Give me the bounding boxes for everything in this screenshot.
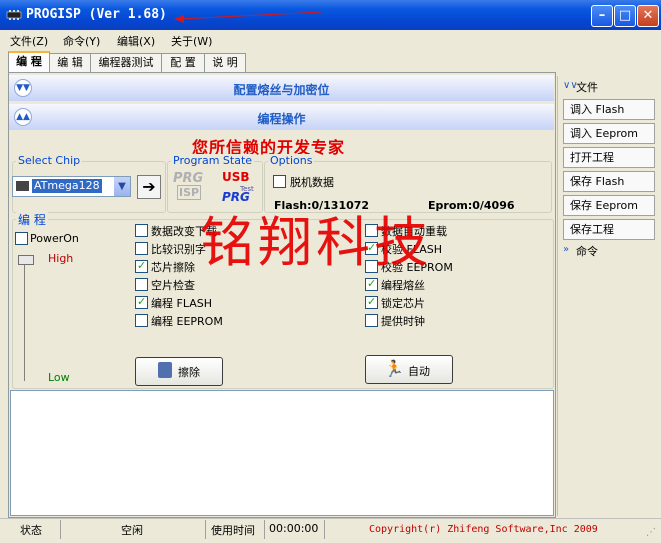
resize-grip-icon[interactable]: ⋰ [646, 527, 658, 539]
op-checkbox-blank-check[interactable] [135, 278, 148, 291]
op-checkbox-program-flash[interactable] [135, 295, 148, 309]
tab-edit[interactable]: 编 辑 [49, 53, 91, 72]
running-man-icon: 🏃 [384, 359, 404, 378]
menu-about[interactable]: 关于(W) [171, 33, 212, 49]
fuse-section-header[interactable]: ▼▼ 配置熔丝与加密位 [9, 75, 554, 101]
select-chip-label: Select Chip [16, 154, 83, 167]
tab-programmer-test[interactable]: 编程器测试 [90, 53, 162, 72]
fuse-section-title: 配置熔丝与加密位 [233, 83, 330, 97]
menu-file[interactable]: 文件(Z) [10, 33, 48, 49]
minimize-button[interactable]: – [591, 5, 613, 27]
status-label: 状态 [20, 524, 42, 537]
side-command-header: 命令 [576, 245, 598, 258]
app-icon [6, 10, 22, 20]
op-label: 比较识别字 [151, 243, 206, 256]
op-label: 空片检查 [151, 279, 195, 292]
offline-data-label: 脱机数据 [290, 176, 334, 189]
load-eeprom-button[interactable]: 调入 Eeprom [563, 123, 655, 144]
window-title: PROGISP (Ver 1.68) [26, 7, 167, 22]
side-file-header: 文件 [576, 81, 598, 94]
op-checkbox-program-eeprom[interactable] [135, 314, 148, 327]
elapsed-time-value: 00:00:00 [269, 522, 319, 535]
menu-edit[interactable]: 编辑(X) [117, 33, 155, 49]
chip-select-value: ATmega128 [32, 179, 102, 193]
program-state-label: Program State [171, 154, 255, 167]
op-label: 芯片擦除 [151, 261, 195, 274]
poweron-label: PowerOn [30, 232, 79, 245]
op-checkbox-lock-chip[interactable] [365, 295, 378, 309]
op-label: 提供时钟 [381, 315, 425, 328]
close-button[interactable]: ✕ [637, 5, 659, 27]
watermark-text: 铭翔科技 [200, 211, 432, 274]
op-label: 锁定芯片 [381, 297, 425, 310]
op-label: 编程 FLASH [151, 297, 212, 310]
status-separator [324, 520, 325, 539]
tab-config[interactable]: 配 置 [161, 53, 205, 72]
save-project-button[interactable]: 保存工程 [563, 219, 655, 240]
status-separator [205, 520, 206, 539]
copyright-text: Copyright(r) Zhifeng Software,Inc 2009 [369, 524, 598, 535]
voltage-low-label: Low [48, 371, 70, 384]
chevron-down-icon[interactable]: ▼ [114, 177, 130, 196]
load-flash-button[interactable]: 调入 Flash [563, 99, 655, 120]
op-checkbox-provide-clock[interactable] [365, 314, 378, 327]
save-eeprom-button[interactable]: 保存 Eeprom [563, 195, 655, 216]
op-label: 编程熔丝 [381, 279, 425, 292]
offline-data-checkbox[interactable] [273, 175, 286, 188]
op-checkbox-chip-erase[interactable] [135, 259, 148, 273]
menu-command[interactable]: 命令(Y) [63, 33, 100, 49]
isp-indicator: ISP [177, 185, 202, 200]
auto-button-label: 自动 [408, 365, 430, 378]
poweron-checkbox[interactable] [15, 232, 28, 245]
command-expand-icon[interactable]: » [563, 244, 569, 255]
op-checkbox-data-change-download[interactable] [135, 224, 148, 237]
maximize-button[interactable]: □ [614, 5, 636, 27]
usb-indicator: USB [222, 170, 250, 184]
program-section-header[interactable]: ▲▲ 编程操作 [9, 104, 554, 130]
prg-indicator: PRG [173, 171, 204, 186]
status-separator [264, 520, 265, 539]
op-checkbox-compare-signature[interactable] [135, 242, 148, 255]
chip-icon [16, 181, 29, 191]
op-label: 编程 EEPROM [151, 315, 223, 328]
tab-program[interactable]: 编 程 [8, 51, 50, 74]
log-area[interactable] [10, 390, 554, 516]
program-group-label: 编 程 [16, 211, 48, 228]
auto-button[interactable]: 🏃 自动 [365, 355, 453, 384]
program-section-title: 编程操作 [257, 112, 306, 126]
voltage-high-label: High [48, 252, 74, 265]
status-separator [60, 520, 61, 539]
chip-select[interactable]: ATmega128 ▼ [12, 176, 131, 197]
trash-icon [158, 362, 172, 378]
voltage-slider-track [24, 256, 25, 381]
annotation-arrow [174, 11, 323, 23]
options-label: Options [268, 154, 315, 167]
eprom-usage: Eprom:0/4096 [428, 199, 515, 212]
tab-help[interactable]: 说 明 [204, 53, 246, 72]
status-value: 空闲 [121, 524, 143, 537]
elapsed-time-label: 使用时间 [211, 524, 255, 537]
op-checkbox-program-fuse[interactable] [365, 277, 378, 291]
erase-button[interactable]: 擦除 [135, 357, 223, 386]
save-flash-button[interactable]: 保存 Flash [563, 171, 655, 192]
erase-button-label: 擦除 [178, 366, 200, 379]
open-project-button[interactable]: 打开工程 [563, 147, 655, 168]
go-arrow-button[interactable]: ➔ [137, 175, 161, 199]
voltage-slider-thumb[interactable] [18, 255, 34, 265]
